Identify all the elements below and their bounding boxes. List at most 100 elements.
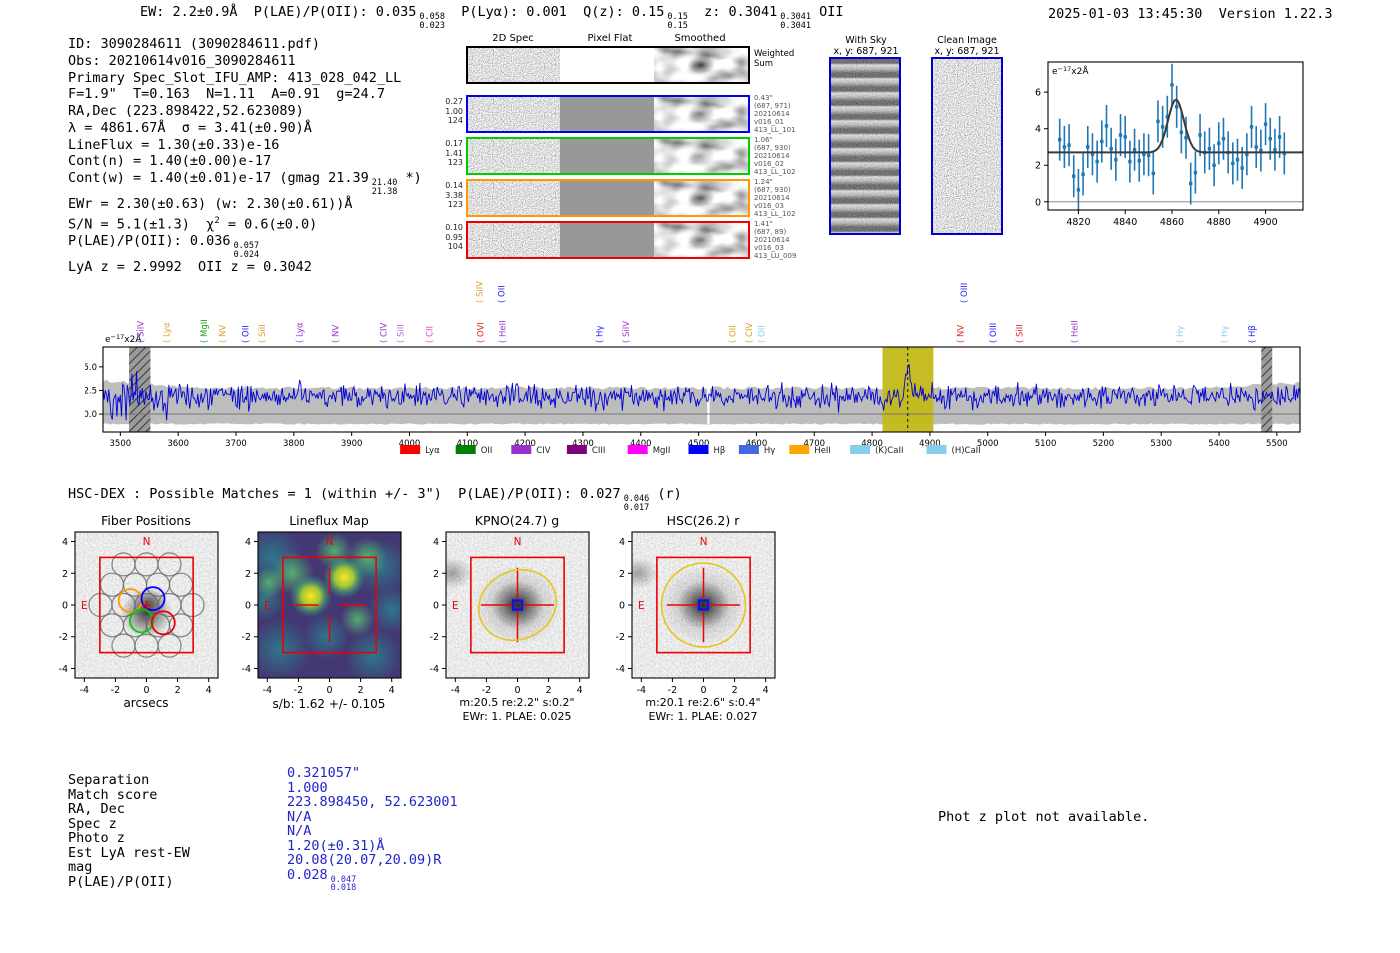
- svg-text:-2: -2: [111, 685, 120, 696]
- summary-line: EW: 2.2±0.9Å P(LAE)/P(OII): 0.035 0.058 0.…: [140, 4, 844, 31]
- spec2d-col-title-1: 2D Spec: [492, 33, 534, 44]
- strip-left-stats: 0.17 1.41 123: [445, 139, 463, 167]
- spec2d-strip-row: [466, 179, 750, 217]
- spec2d-strip-row: [466, 46, 750, 84]
- svg-text:-2: -2: [668, 685, 677, 696]
- svg-text:( OII: ( OII: [497, 285, 507, 303]
- svg-text:( OVI: ( OVI: [476, 322, 486, 343]
- clean-image: [931, 57, 1003, 235]
- svg-text:2: 2: [1035, 161, 1041, 172]
- svg-text:( OII: ( OII: [729, 325, 739, 343]
- detection-info-block: ID: 3090284611 (3090284611.pdf) Obs: 2021…: [68, 36, 422, 275]
- svg-text:-4: -4: [242, 664, 251, 675]
- report-timestamp: 2025-01-03 13:45:30: [1048, 6, 1203, 22]
- svg-text:3600: 3600: [167, 439, 189, 449]
- svg-text:( OIII: ( OIII: [960, 283, 970, 303]
- smoothed-cell: [654, 223, 748, 257]
- spec2d-figure: 2D Spec Pixel Flat Smoothed Weighted Sum 0…: [440, 30, 830, 270]
- report-version: Version 1.22.3: [1218, 6, 1333, 22]
- with-sky-noise: [831, 59, 899, 233]
- svg-text:4: 4: [763, 685, 769, 696]
- svg-text:CIII: CIII: [592, 446, 605, 456]
- svg-text:( Hγ: ( Hγ: [596, 326, 606, 343]
- lineflux_map-svg: -4 -4 -2 -2 0 0 2 2 4 4 N E: [242, 531, 402, 696]
- svg-text:( NV: ( NV: [219, 325, 229, 343]
- full-spectrum-svg: 3500 3600 3700 3800 3900 4000 4100 4200 4300 4400…: [83, 281, 1301, 456]
- svg-text:2: 2: [175, 685, 181, 696]
- clean-image-coords: x, y: 687, 921: [934, 45, 1000, 57]
- svg-text:6: 6: [1035, 88, 1041, 99]
- report-meta: 2025-01-03 13:45:30 Version 1.22.3: [1048, 6, 1333, 22]
- svg-text:0: 0: [700, 685, 706, 696]
- spec2d-cell: [468, 139, 560, 173]
- svg-text:-4: -4: [430, 664, 439, 675]
- svg-text:0.0: 0.0: [85, 410, 97, 420]
- svg-text:-2: -2: [430, 632, 439, 643]
- svg-text:( Lyα: ( Lyα: [296, 322, 306, 343]
- svg-text:N: N: [326, 536, 334, 548]
- pixelflat-cell: [560, 223, 654, 257]
- svg-text:N: N: [700, 536, 708, 548]
- strip-left-stats: 0.27 1.00 124: [445, 97, 463, 125]
- full-spectrum-plot: 3500 3600 3700 3800 3900 4000 4100 4200 4300 4400…: [83, 263, 1320, 468]
- svg-text:4840: 4840: [1113, 217, 1137, 228]
- hsc-dex-header: HSC-DEX : Possible Matches = 1 (within +…: [68, 486, 682, 513]
- weighted-sum-label: Weighted Sum: [754, 49, 795, 69]
- svg-text:4: 4: [577, 685, 583, 696]
- with-sky-header: With Sky x, y: 687, 921: [820, 35, 912, 57]
- svg-text:0: 0: [1035, 197, 1041, 208]
- svg-text:MgII: MgII: [653, 446, 671, 456]
- kpno-plae-line: EWr: 1. PLAE: 0.025: [462, 710, 572, 723]
- kpno_g-svg: -4 -4 -2 -2 0 0 2 2 4 4 N E: [430, 531, 590, 696]
- svg-text:3900: 3900: [341, 439, 363, 449]
- svg-text:5200: 5200: [1093, 439, 1115, 449]
- svg-text:( MgII: ( MgII: [200, 319, 210, 343]
- hsc-cutout-panel: -4 -4 -2 -2 0 0 2 2 4 4 N E: [604, 512, 804, 724]
- spec2d-col-title-2: Pixel Flat: [587, 33, 633, 44]
- svg-text:4: 4: [245, 537, 251, 548]
- match-table: Separation 0.321057" Match score 1.000 RA, D…: [68, 765, 548, 892]
- pixelflat-cell: [560, 139, 654, 173]
- match-field-value: 223.898450, 52.623001: [287, 794, 458, 810]
- spec2d-cell: [468, 223, 560, 257]
- svg-text:Hβ: Hβ: [714, 446, 726, 456]
- svg-text:HeII: HeII: [814, 446, 831, 456]
- svg-text:( HeII: ( HeII: [498, 320, 508, 343]
- pixelflat-cell: [560, 97, 654, 131]
- hsc_r-svg: -4 -4 -2 -2 0 0 2 2 4 4 N E: [616, 531, 776, 696]
- svg-text:0: 0: [245, 601, 251, 612]
- smoothed-cell: [654, 139, 748, 173]
- svg-text:( Hγ: ( Hγ: [1176, 326, 1186, 343]
- svg-text:-2: -2: [482, 685, 491, 696]
- svg-text:3700: 3700: [225, 439, 247, 449]
- spec2d-cell: [468, 97, 560, 131]
- lineflux-map-sublabel: s/b: 1.62 +/- 0.105: [272, 697, 386, 711]
- svg-text:(H)CaII: (H)CaII: [952, 446, 981, 456]
- svg-text:3500: 3500: [110, 439, 132, 449]
- svg-text:2: 2: [732, 685, 738, 696]
- svg-text:-4: -4: [59, 664, 68, 675]
- svg-text:4880: 4880: [1207, 217, 1231, 228]
- svg-text:N: N: [143, 536, 151, 548]
- clean-image-title: Clean Image: [937, 35, 997, 46]
- strip-right-meta: 0.43" (687, 971) 20210614 v016_01 413_LL_101: [754, 94, 796, 134]
- svg-text:4900: 4900: [1253, 217, 1277, 228]
- svg-text:2: 2: [358, 685, 364, 696]
- spec2d-strip-row: [466, 95, 750, 133]
- with-sky-image: [829, 57, 901, 235]
- svg-text:E: E: [638, 600, 645, 612]
- svg-text:5500: 5500: [1266, 439, 1288, 449]
- svg-text:e−17x2Å: e−17x2Å: [1052, 65, 1089, 77]
- svg-text:-4: -4: [263, 685, 272, 696]
- svg-text:( Hβ: ( Hβ: [1248, 325, 1258, 343]
- pixelflat-cell: [560, 48, 654, 82]
- svg-text:( OII: ( OII: [758, 325, 768, 343]
- svg-text:2: 2: [62, 569, 68, 580]
- svg-text:-4: -4: [616, 664, 625, 675]
- strip-right-meta: 1.06" (687, 930) 20210614 v016_02 413_LL_102: [754, 136, 796, 176]
- spec2d-cell: [468, 48, 560, 82]
- smoothed-cell: [654, 181, 748, 215]
- spec2d-cell: [468, 181, 560, 215]
- svg-text:E: E: [452, 600, 459, 612]
- strip-right-meta: 1.41" (687, 89) 20210614 v016_03 413_LU_009: [754, 220, 797, 260]
